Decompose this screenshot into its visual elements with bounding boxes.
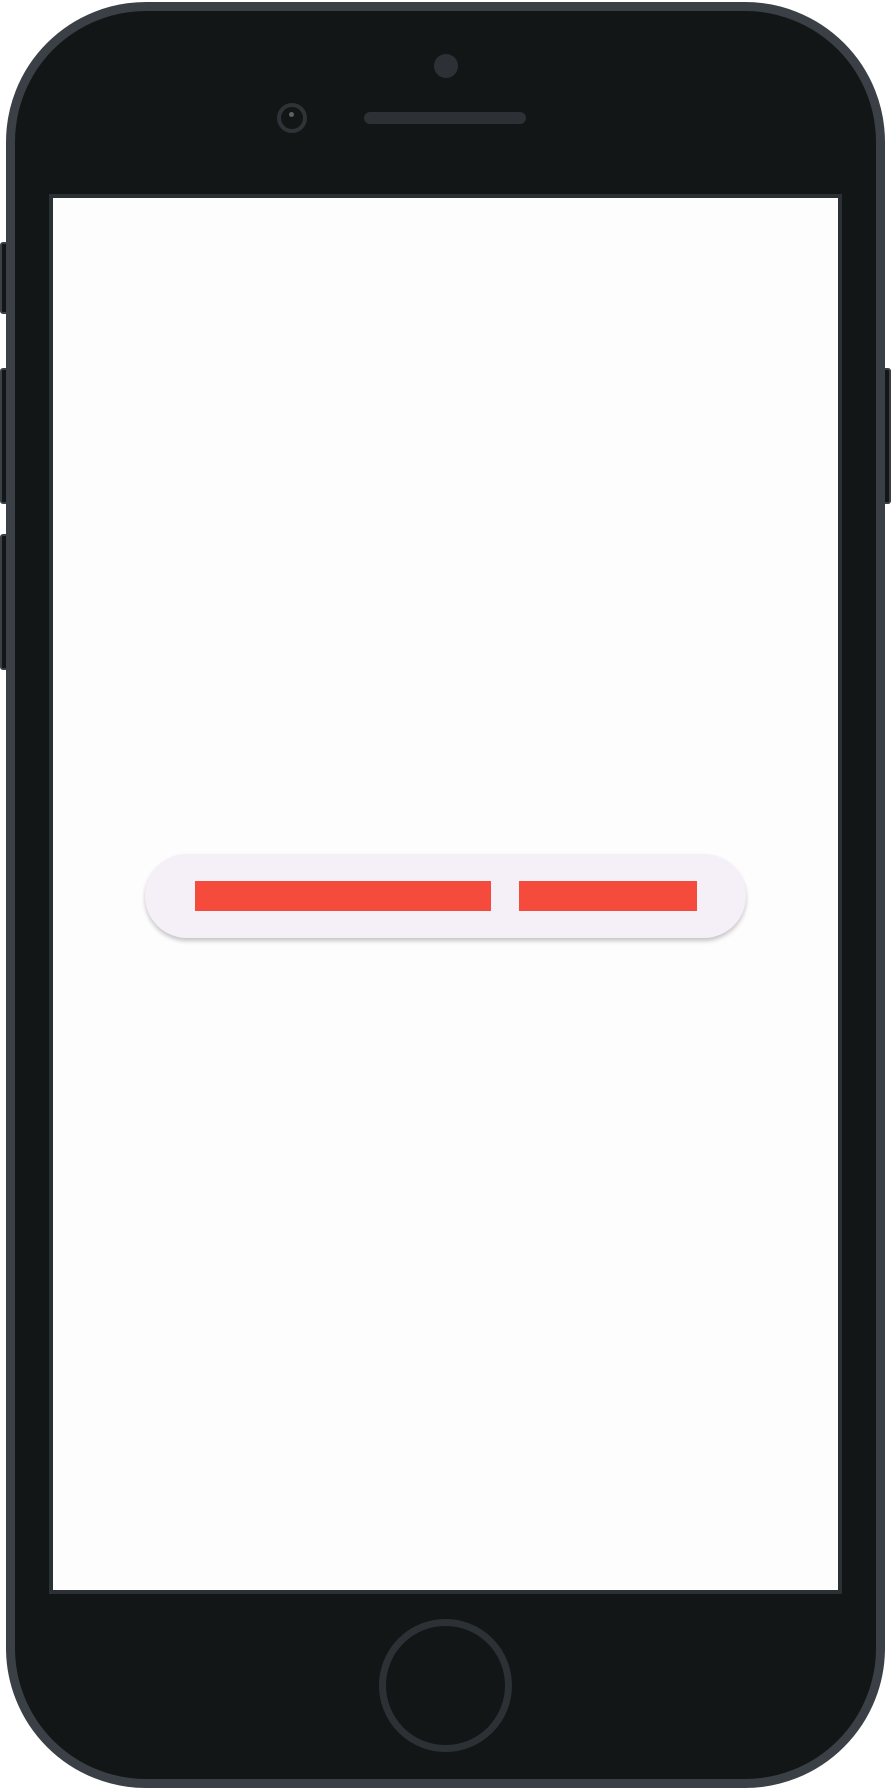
button-bar: [145, 854, 746, 938]
secondary-action-button[interactable]: [519, 881, 697, 911]
sensor-lens-dot: [289, 112, 294, 117]
earpiece-speaker-icon: [364, 112, 526, 124]
front-camera-icon: [434, 54, 458, 78]
primary-action-button[interactable]: [195, 881, 491, 911]
app-screen: [53, 198, 838, 1590]
proximity-sensor-icon: [277, 103, 307, 133]
home-button-icon[interactable]: [379, 1619, 512, 1752]
screen-frame: [49, 194, 842, 1594]
